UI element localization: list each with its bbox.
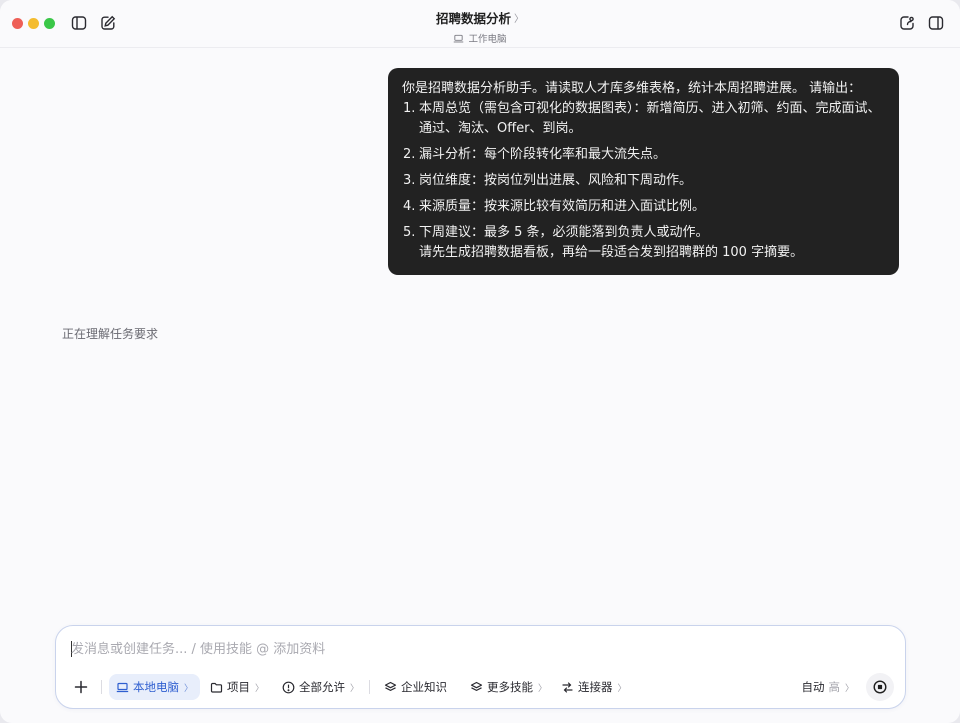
enterprise-knowledge-label: 企业知识 [401,680,447,694]
list-item: 1. 本周总览（需包含可视化的数据图表）：新增简历、进入初筛、约面、完成面试、通… [402,99,885,139]
chevron-right-icon: 〉 [617,683,627,694]
app-window: 招聘数据分析 〉 工作电脑 你是招聘数据分析助手。请读取人才库多维表格，统计本周… [0,0,960,723]
window-subtitle: 工作电脑 [0,31,960,45]
chevron-right-icon: 〉 [538,683,548,694]
add-attachment-button[interactable] [70,676,92,698]
list-item-text: 岗位维度：按岗位列出进展、风险和下周动作。 [419,173,693,188]
mode-label: 自动 [801,680,825,694]
mode-level: 高 [828,680,840,694]
list-item: 3. 岗位维度：按岗位列出进展、风险和下周动作。 [402,171,885,191]
list-item-number: 5. [403,225,416,240]
composer-toolbar: 本地电脑 〉 项目 〉 全部允许 〉 企业知识 更多技能 〉 连接器 〉 自动 … [68,673,894,701]
connectors-label: 连接器 [578,680,613,694]
project-button[interactable]: 项目 〉 [210,674,264,700]
title-area: 招聘数据分析 〉 工作电脑 [0,8,960,45]
layers-icon [384,681,397,691]
laptop-icon [116,682,129,692]
list-item: 2. 漏斗分析：每个阶段转化率和最大流失点。 [402,145,885,165]
list-item-number: 3. [403,173,416,188]
plus-icon [74,680,88,694]
stop-icon [873,680,887,694]
toolbar-divider [101,680,102,694]
message-composer: 本地电脑 〉 项目 〉 全部允许 〉 [55,625,906,709]
window-subtitle-text: 工作电脑 [468,34,507,45]
enterprise-knowledge-button[interactable]: 企业知识 [384,674,447,700]
local-computer-label: 本地电脑 [133,680,179,694]
list-item-text: 漏斗分析：每个阶段转化率和最大流失点。 [419,147,667,162]
list-item-text: 来源质量：按来源比较有效简历和进入面试比例。 [419,199,706,214]
folder-icon [210,682,223,693]
mode-selector[interactable]: 自动 高 〉 [801,674,854,700]
right-panel-toggle-icon[interactable] [927,14,945,32]
chevron-right-icon: 〉 [844,683,854,694]
project-label: 项目 [227,680,250,694]
list-item: 5. 下周建议：最多 5 条，必须能落到负责人或动作。 [402,223,885,243]
title-bar: 招聘数据分析 〉 工作电脑 [0,0,960,48]
connector-icon [562,681,573,693]
permission-button[interactable]: 全部允许 〉 [282,674,359,700]
list-item-number: 4. [403,199,416,214]
assistant-status-text: 正在理解任务要求 [62,327,159,341]
message-input[interactable] [71,639,771,659]
chevron-right-icon: 〉 [184,683,194,694]
local-computer-button[interactable]: 本地电脑 〉 [109,674,201,700]
more-skills-label: 更多技能 [487,680,533,694]
window-title-text: 招聘数据分析 [435,11,511,26]
list-item-text: 本周总览（需包含可视化的数据图表）：新增简历、进入初筛、约面、完成面试、通过、淘… [419,101,881,136]
layers-icon [470,681,483,691]
chevron-right-icon: 〉 [255,683,265,694]
toolbar-divider [369,680,370,694]
more-skills-button[interactable]: 更多技能 〉 [470,674,547,700]
alert-circle-icon [282,681,295,693]
list-item-number: 2. [403,147,416,162]
laptop-icon [454,34,464,42]
connectors-button[interactable]: 连接器 〉 [561,674,627,700]
window-title[interactable]: 招聘数据分析 〉 [436,8,524,27]
user-message-bubble: 你是招聘数据分析助手。请读取人才库多维表格，统计本周招聘进展。 请输出： 1. … [388,68,899,275]
user-message-trailer: 请先生成招聘数据看板，再给一段适合发到招聘群的 100 字摘要。 [419,245,804,260]
list-item-text: 下周建议：最多 5 条，必须能落到负责人或动作。 [419,225,709,240]
chevron-right-icon: 〉 [514,14,524,25]
permission-label: 全部允许 [299,680,345,694]
user-message-intro: 你是招聘数据分析助手。请读取人才库多维表格，统计本周招聘进展。 请输出： [402,81,862,96]
list-item: 4. 来源质量：按来源比较有效简历和进入面试比例。 [402,197,885,217]
user-message-list: 1. 本周总览（需包含可视化的数据图表）：新增简历、进入初筛、约面、完成面试、通… [402,99,885,243]
list-item-number: 1. [403,101,416,116]
chevron-right-icon: 〉 [350,683,360,694]
stop-button[interactable] [866,673,894,701]
share-icon[interactable] [898,14,916,32]
